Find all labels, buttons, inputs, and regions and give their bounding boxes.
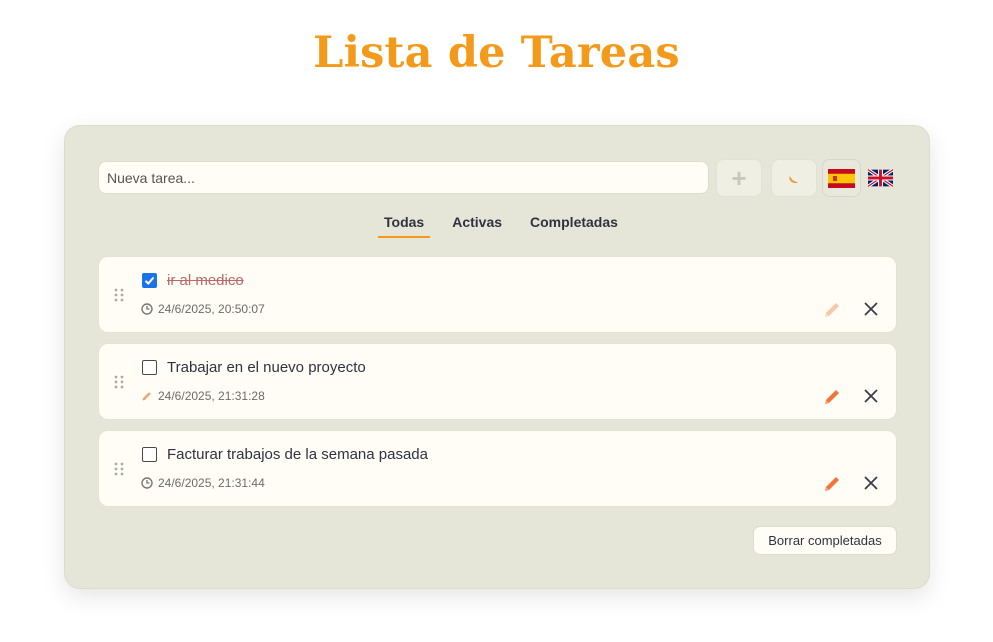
pencil-icon (142, 392, 151, 401)
drag-handle-icon[interactable] (114, 375, 124, 389)
check-icon (144, 276, 155, 285)
task-text[interactable]: ir al medico (167, 272, 244, 289)
delete-close-icon[interactable] (862, 387, 880, 405)
task-checkbox[interactable] (142, 447, 157, 462)
filter-tabs: Todas Activas Completadas (378, 214, 640, 238)
new-task-input[interactable] (98, 161, 709, 194)
task-item: ir al medico 24/6/2025, 20:50:07 (98, 256, 897, 333)
todo-card: + Todas Activas Completadas (64, 125, 930, 589)
edit-pencil-icon[interactable] (821, 473, 843, 495)
task-text[interactable]: Facturar trabajos de la semana pasada (167, 446, 428, 463)
drag-handle-icon[interactable] (114, 462, 124, 476)
task-timestamp: 24/6/2025, 21:31:28 (158, 389, 265, 403)
theme-toggle-button[interactable] (771, 159, 817, 197)
clear-completed-button[interactable]: Borrar completadas (753, 526, 897, 555)
tab-todas[interactable]: Todas (378, 214, 431, 238)
task-checkbox[interactable] (142, 273, 157, 288)
task-timestamp: 24/6/2025, 21:31:44 (158, 476, 265, 490)
task-item: Trabajar en el nuevo proyecto 24/6/2025,… (98, 343, 897, 420)
add-task-button[interactable]: + (716, 159, 762, 197)
clock-icon (141, 303, 153, 315)
plus-icon: + (731, 162, 747, 193)
edit-pencil-icon[interactable] (821, 299, 843, 321)
delete-close-icon[interactable] (862, 474, 880, 492)
task-meta: 24/6/2025, 20:50:07 (141, 302, 265, 316)
task-timestamp: 24/6/2025, 20:50:07 (158, 302, 265, 316)
tab-activas[interactable]: Activas (446, 214, 508, 238)
spain-flag-icon (828, 168, 855, 188)
drag-handle-icon[interactable] (114, 288, 124, 302)
tab-completadas[interactable]: Completadas (524, 214, 624, 238)
task-checkbox[interactable] (142, 360, 157, 375)
task-meta: 24/6/2025, 21:31:44 (141, 476, 265, 490)
task-meta: 24/6/2025, 21:31:28 (141, 389, 265, 403)
page-title: Lista de Tareas (313, 28, 680, 78)
delete-close-icon[interactable] (862, 300, 880, 318)
task-item: Facturar trabajos de la semana pasada 24… (98, 430, 897, 507)
moon-icon (789, 175, 798, 184)
language-en-flag-icon[interactable] (868, 169, 893, 187)
language-es-button[interactable] (822, 159, 861, 197)
task-text[interactable]: Trabajar en el nuevo proyecto (167, 359, 366, 376)
edit-pencil-icon[interactable] (821, 386, 843, 408)
clock-icon (141, 477, 153, 489)
